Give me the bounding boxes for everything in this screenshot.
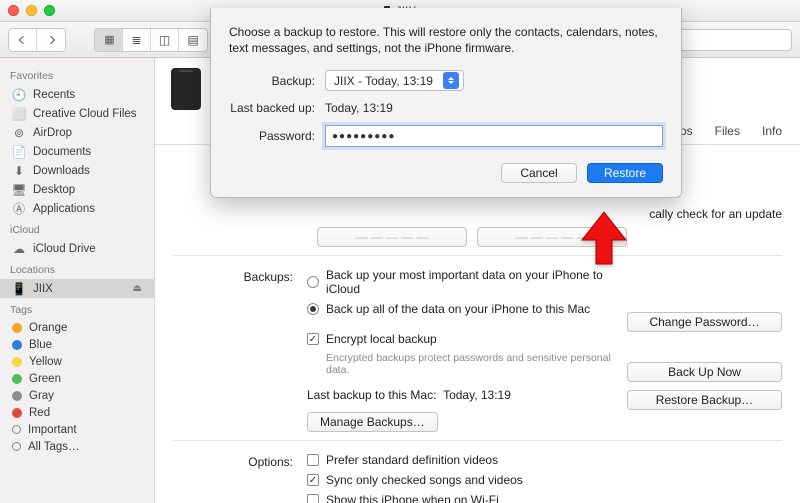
dialog-lastbackup-label: Last backed up:: [229, 101, 325, 115]
password-input[interactable]: ●●●●●●●●●: [325, 125, 663, 147]
cancel-button[interactable]: Cancel: [501, 163, 577, 183]
dialog-description: Choose a backup to restore. This will re…: [229, 24, 663, 56]
dialog-backup-label: Backup:: [229, 74, 325, 88]
password-value: ●●●●●●●●●: [332, 131, 395, 142]
modal-overlay: Choose a backup to restore. This will re…: [0, 0, 800, 503]
restore-button[interactable]: Restore: [587, 163, 663, 183]
popup-arrows-icon: [443, 72, 459, 89]
backup-select-value: JIIX - Today, 13:19: [334, 74, 433, 88]
backup-select[interactable]: JIIX - Today, 13:19: [325, 70, 464, 91]
dialog-lastbackup-value: Today, 13:19: [325, 101, 393, 115]
restore-dialog: Choose a backup to restore. This will re…: [210, 8, 682, 198]
annotation-arrow-icon: [580, 210, 628, 269]
dialog-password-label: Password:: [229, 129, 325, 143]
